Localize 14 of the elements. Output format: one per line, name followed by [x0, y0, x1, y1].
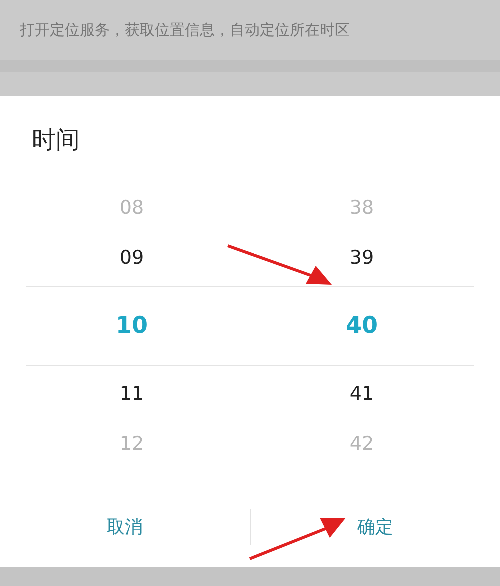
minute-option[interactable]: 41 — [350, 382, 374, 404]
minute-option[interactable]: 39 — [350, 247, 374, 269]
hour-option[interactable]: 08 — [120, 197, 144, 219]
confirm-button[interactable]: 确定 — [345, 509, 406, 545]
minute-option[interactable]: 40 — [346, 313, 378, 339]
hour-option[interactable]: 12 — [120, 433, 144, 455]
minute-option[interactable]: 42 — [350, 433, 374, 455]
minute-option[interactable]: 38 — [350, 197, 374, 219]
hour-option[interactable]: 09 — [120, 247, 144, 269]
hour-option[interactable]: 10 — [116, 313, 148, 339]
dialog-title: 时间 — [31, 125, 80, 156]
setting-description: 打开定位服务，获取位置信息，自动定位所在时区 — [20, 20, 350, 40]
hour-option[interactable]: 11 — [120, 382, 144, 404]
cancel-button[interactable]: 取消 — [94, 509, 155, 545]
